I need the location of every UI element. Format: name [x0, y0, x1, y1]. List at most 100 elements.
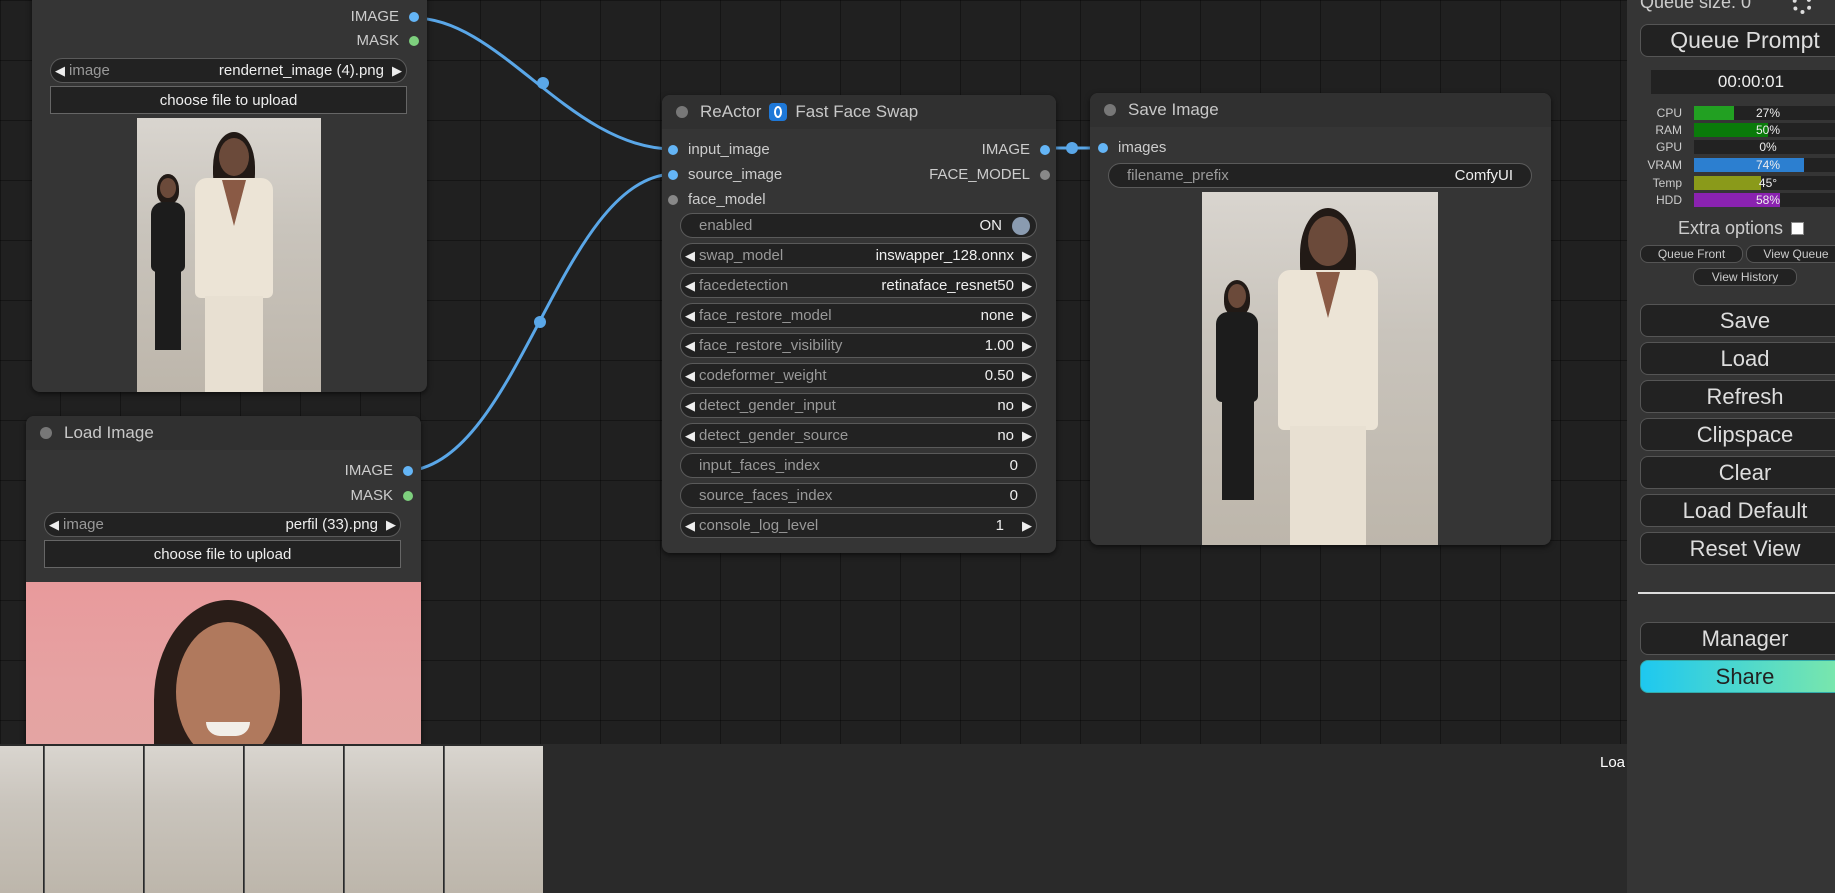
load-button[interactable]: Load	[1640, 342, 1835, 375]
input-dot[interactable]	[668, 195, 678, 205]
output-image-preview	[1202, 192, 1438, 545]
image-combo[interactable]: ◀ image perfil (33).png ▶	[44, 512, 401, 537]
feed-thumbnail[interactable]	[344, 746, 443, 893]
toggle-knob-icon[interactable]	[1012, 216, 1030, 235]
arrow-right-icon[interactable]: ▶	[1018, 518, 1036, 534]
arrow-right-icon[interactable]: ▶	[1018, 338, 1036, 354]
image-combo[interactable]: ◀ image rendernet_image (4).png ▶	[50, 58, 407, 83]
save-button[interactable]: Save	[1640, 304, 1835, 337]
reset-view-button[interactable]: Reset View	[1640, 532, 1835, 565]
stat-ram: RAM 50%	[1640, 123, 1835, 137]
link-midpoint	[1066, 142, 1078, 154]
collapse-dot-icon[interactable]	[1104, 104, 1116, 116]
output-mask-dot[interactable]	[403, 491, 413, 501]
input-face-model[interactable]: face_model	[668, 191, 766, 209]
arrow-left-icon[interactable]: ◀	[45, 517, 63, 533]
queue-prompt-button[interactable]: Queue Prompt	[1640, 24, 1835, 57]
arrow-left-icon[interactable]: ◀	[51, 63, 69, 79]
swap-model-combo[interactable]: ◀ swap_model inswapper_128.onnx ▶	[680, 243, 1037, 268]
view-queue-button[interactable]: View Queue	[1746, 245, 1835, 263]
output-mask[interactable]: MASK	[350, 487, 413, 505]
input-dot[interactable]	[668, 170, 678, 180]
queue-size-label: Queue size: 0	[1640, 0, 1752, 12]
output-dot[interactable]	[1040, 145, 1050, 155]
stat-temp: Temp 45°	[1640, 176, 1835, 190]
reactor-node[interactable]: ReActor Fast Face Swap input_image sourc…	[662, 95, 1056, 553]
stat-cpu: CPU 27%	[1640, 106, 1835, 120]
output-image[interactable]: IMAGE	[982, 141, 1050, 159]
output-image-dot[interactable]	[409, 12, 419, 22]
arrow-right-icon[interactable]: ▶	[1018, 308, 1036, 324]
clipspace-button[interactable]: Clipspace	[1640, 418, 1835, 451]
output-mask[interactable]: MASK	[356, 32, 419, 50]
output-image[interactable]: IMAGE	[351, 8, 419, 26]
collapse-dot-icon[interactable]	[40, 427, 52, 439]
upload-button[interactable]: choose file to upload	[50, 86, 407, 114]
extra-options[interactable]: Extra options	[1678, 218, 1805, 239]
arrow-left-icon[interactable]: ◀	[681, 428, 699, 444]
stat-hdd: HDD 58%	[1640, 193, 1835, 207]
input-faces-index-text[interactable]: input_faces_index 0	[680, 453, 1037, 478]
output-image-dot[interactable]	[403, 466, 413, 476]
arrow-left-icon[interactable]: ◀	[681, 248, 699, 264]
upload-button[interactable]: choose file to upload	[44, 540, 401, 568]
feed-thumbnail[interactable]	[244, 746, 343, 893]
share-button[interactable]: Share	[1640, 660, 1835, 693]
arrow-left-icon[interactable]: ◀	[681, 518, 699, 534]
load-image-node-top[interactable]: IMAGE MASK ◀ image rendernet_image (4).p…	[32, 0, 427, 392]
source-faces-index-text[interactable]: source_faces_index 0	[680, 483, 1037, 508]
refresh-button[interactable]: Refresh	[1640, 380, 1835, 413]
filename-prefix-text[interactable]: filename_prefix ComfyUI	[1108, 163, 1532, 188]
input-dot[interactable]	[1098, 143, 1108, 153]
detect-gender-input-combo[interactable]: ◀ detect_gender_input no ▶	[680, 393, 1037, 418]
arrow-right-icon[interactable]: ▶	[1018, 398, 1036, 414]
manager-button[interactable]: Manager	[1640, 622, 1835, 655]
output-image[interactable]: IMAGE	[345, 462, 413, 480]
node-title[interactable]: Save Image	[1090, 93, 1551, 127]
node-title[interactable]: Load Image	[26, 416, 421, 450]
arrow-left-icon[interactable]: ◀	[681, 368, 699, 384]
collapse-dot-icon[interactable]	[676, 106, 688, 118]
arrow-right-icon[interactable]: ▶	[1018, 248, 1036, 264]
feed-thumbnail[interactable]	[0, 746, 43, 893]
extra-options-checkbox[interactable]	[1791, 222, 1805, 235]
arrow-right-icon[interactable]: ▶	[382, 517, 400, 533]
menu-divider	[1638, 592, 1835, 594]
save-image-node[interactable]: Save Image images filename_prefix ComfyU…	[1090, 93, 1551, 545]
arrow-right-icon[interactable]: ▶	[1018, 278, 1036, 294]
arrow-left-icon[interactable]: ◀	[681, 398, 699, 414]
load-image-node[interactable]: Load Image IMAGE MASK ◀ image perfil (33…	[26, 416, 421, 756]
arrow-left-icon[interactable]: ◀	[681, 308, 699, 324]
stat-gpu: GPU 0%	[1640, 140, 1835, 154]
arrow-right-icon[interactable]: ▶	[1018, 368, 1036, 384]
feed-thumbnail[interactable]	[444, 746, 543, 893]
codeformer-weight-number[interactable]: ◀ codeformer_weight 0.50 ▶	[680, 363, 1037, 388]
view-history-button[interactable]: View History	[1693, 268, 1797, 286]
feed-thumbnail[interactable]	[144, 746, 243, 893]
load-default-button[interactable]: Load Default	[1640, 494, 1835, 527]
arrow-left-icon[interactable]: ◀	[681, 338, 699, 354]
output-face-model[interactable]: FACE_MODEL	[929, 166, 1050, 184]
input-source-image[interactable]: source_image	[668, 166, 782, 184]
output-mask-dot[interactable]	[409, 36, 419, 46]
console-log-level-number[interactable]: ◀ console_log_level 1 ▶	[680, 513, 1037, 538]
stat-bar: 27%	[1694, 106, 1835, 120]
face-restore-model-combo[interactable]: ◀ face_restore_model none ▶	[680, 303, 1037, 328]
arrow-right-icon[interactable]: ▶	[388, 63, 406, 79]
node-title[interactable]: ReActor Fast Face Swap	[662, 95, 1056, 129]
link-image-to-source-image	[407, 172, 673, 473]
queue-front-button[interactable]: Queue Front	[1640, 245, 1743, 263]
face-restore-visibility-number[interactable]: ◀ face_restore_visibility 1.00 ▶	[680, 333, 1037, 358]
enabled-toggle[interactable]: enabled ON	[680, 213, 1037, 238]
input-images[interactable]: images	[1098, 139, 1166, 157]
facedetection-combo[interactable]: ◀ facedetection retinaface_resnet50 ▶	[680, 273, 1037, 298]
stat-bar: 74%	[1694, 158, 1835, 172]
clear-button[interactable]: Clear	[1640, 456, 1835, 489]
detect-gender-source-combo[interactable]: ◀ detect_gender_source no ▶	[680, 423, 1037, 448]
arrow-right-icon[interactable]: ▶	[1018, 428, 1036, 444]
arrow-left-icon[interactable]: ◀	[681, 278, 699, 294]
input-dot[interactable]	[668, 145, 678, 155]
input-input-image[interactable]: input_image	[668, 141, 770, 159]
feed-thumbnail[interactable]	[44, 746, 143, 893]
output-dot[interactable]	[1040, 170, 1050, 180]
